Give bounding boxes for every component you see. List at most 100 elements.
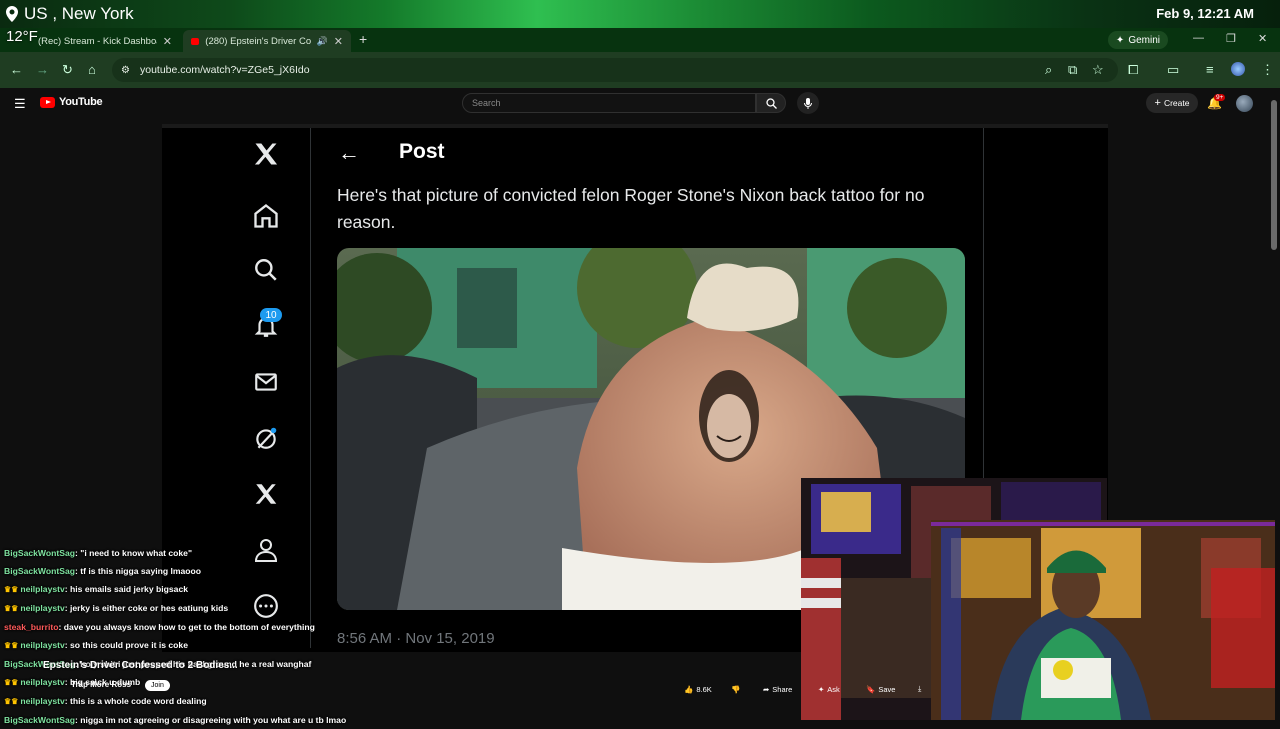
- search-button[interactable]: [756, 93, 786, 113]
- tab-kick-dashboard[interactable]: (Rec) Stream - Kick Dashboard ✕: [30, 30, 180, 52]
- thumbs-down-icon: 👎: [731, 684, 741, 694]
- create-label: Create: [1163, 98, 1190, 108]
- home-icon[interactable]: ⌂: [88, 62, 96, 77]
- grok-icon: [250, 422, 282, 454]
- video-title: Epstein's Driver Confessed to 2 Bodies..…: [43, 660, 238, 671]
- address-bar[interactable]: ⚙ youtube.com/watch?v=ZGe5_jX6Ido: [112, 58, 1118, 82]
- sidebar-icon[interactable]: ▭: [1167, 62, 1179, 78]
- chat-username: neilplaystv: [20, 640, 65, 650]
- close-tab-icon[interactable]: ✕: [163, 35, 172, 48]
- chat-message: BigSackWontSag: "i need to know what cok…: [4, 548, 193, 558]
- crown-badge-icon: ♛♛: [4, 604, 19, 613]
- chat-message: BigSackWontSag: tf is this nigga saying …: [4, 566, 202, 576]
- chat-username: neilplaystv: [20, 603, 65, 613]
- menu-kebab-icon[interactable]: ⋮: [1261, 62, 1274, 78]
- chat-text: so this could prove it is coke: [70, 640, 188, 650]
- media-control-icon[interactable]: ≡: [1206, 62, 1214, 77]
- home-icon: [250, 200, 282, 232]
- bookmark-star-icon[interactable]: ☆: [1092, 62, 1104, 78]
- location-text: US , New York: [24, 4, 134, 23]
- x-logo-icon: [250, 138, 282, 170]
- stream-overlay-bar: [0, 0, 1280, 28]
- sparkle-icon: ✦: [1115, 34, 1125, 46]
- thumbs-up-icon: 👍: [684, 684, 694, 694]
- explore-search-icon: [250, 254, 282, 286]
- youtube-play-icon: [40, 96, 55, 108]
- reload-icon[interactable]: ↻: [62, 62, 73, 78]
- close-window-icon[interactable]: ✕: [1258, 32, 1267, 45]
- ask-button[interactable]: ✦ Ask: [818, 681, 840, 697]
- chat-username: steak_burrito: [4, 622, 59, 632]
- back-icon[interactable]: ←: [10, 62, 23, 77]
- chat-message: steak_burrito: dave you always know how …: [4, 622, 315, 632]
- page-scrollbar[interactable]: [1271, 100, 1277, 250]
- chat-text: dave you always know how to get to the b…: [63, 622, 315, 632]
- voice-search-button[interactable]: [797, 92, 819, 114]
- youtube-avatar[interactable]: [1236, 95, 1253, 112]
- search-input[interactable]: Search: [462, 93, 756, 113]
- chat-username: BigSackWontSag: [4, 566, 75, 576]
- datetime-text: Feb 9, 12:21 AM: [1156, 6, 1254, 21]
- speaker-icon[interactable]: 🔊: [317, 36, 328, 47]
- save-label: Save: [878, 684, 896, 694]
- share-label: Share: [772, 684, 793, 694]
- chat-message: ♛♛ neilplaystv: big sa\ck u dumb: [4, 677, 141, 687]
- chat-text: "i need to know what coke": [80, 548, 193, 558]
- minimize-icon[interactable]: —: [1193, 32, 1204, 44]
- gemini-label: Gemini: [1128, 34, 1160, 46]
- chat-message: ♛♛ neilplaystv: so this could prove it is…: [4, 640, 188, 650]
- chat-text: his emails said jerky bigsack: [70, 584, 189, 594]
- chat-username: neilplaystv: [20, 696, 65, 706]
- chat-text: nigga im not agreeing or disagreeing wit…: [80, 715, 347, 725]
- post-header-title: Post: [399, 140, 445, 163]
- channel-name[interactable]: Trap More Ross: [71, 680, 131, 689]
- location-widget: US , New York: [6, 4, 134, 24]
- x-premium-icon: [250, 478, 282, 510]
- chat-text: jerky is either coke or hes eatiung kids: [70, 603, 229, 613]
- sparkle-icon: ✦: [818, 684, 825, 694]
- browser-tab-strip: (Rec) Stream - Kick Dashboard ✕ (280) Ep…: [0, 28, 1280, 52]
- chat-text: tf is this nigga saying lmaooo: [80, 566, 202, 576]
- zoom-icon[interactable]: ⌕: [1045, 62, 1052, 78]
- extensions-icon[interactable]: ⧠: [1128, 62, 1138, 78]
- join-button[interactable]: Join: [145, 680, 170, 691]
- profile-avatar[interactable]: [1231, 62, 1245, 76]
- url-text: youtube.com/watch?v=ZGe5_jX6Ido: [140, 64, 310, 76]
- share-arrow-icon: ➦: [763, 684, 770, 694]
- crown-badge-icon: ♛♛: [4, 678, 19, 687]
- chat-username: BigSackWontSag: [4, 715, 75, 725]
- chat-username: neilplaystv: [20, 677, 65, 687]
- like-count: 8.6K: [696, 684, 712, 694]
- crown-badge-icon: ♛♛: [4, 641, 19, 650]
- like-button[interactable]: 👍 8.6K: [684, 681, 712, 697]
- chat-message: BigSackWontSag: nigga im not agreeing or…: [4, 715, 347, 725]
- bookmark-icon: 🔖: [866, 684, 876, 694]
- notification-count-badge: 10: [260, 308, 282, 322]
- youtube-logo[interactable]: YouTube: [40, 96, 103, 108]
- maximize-icon[interactable]: ❐: [1226, 32, 1236, 45]
- share-button[interactable]: ➦ Share: [763, 681, 792, 697]
- dislike-button[interactable]: 👎: [731, 681, 740, 697]
- forward-icon[interactable]: →: [36, 62, 49, 77]
- download-icon: ⤓: [918, 684, 922, 693]
- create-button[interactable]: + Create: [1146, 93, 1198, 113]
- search-icon: [765, 97, 777, 109]
- microphone-icon: [804, 97, 812, 109]
- download-button[interactable]: ⤓: [918, 681, 921, 697]
- hamburger-menu-icon[interactable]: ☰: [14, 96, 26, 112]
- chat-username: BigSackWontSag: [4, 548, 75, 558]
- search-placeholder: Search: [472, 98, 501, 108]
- youtube-favicon-icon: [191, 37, 200, 45]
- messages-mail-icon: [250, 366, 282, 398]
- chat-message: ♛♛ neilplaystv: this is a whole code word…: [4, 696, 207, 706]
- site-info-icon[interactable]: ⚙: [121, 65, 130, 76]
- save-button[interactable]: 🔖 Save: [866, 681, 895, 697]
- new-tab-icon[interactable]: +: [359, 31, 367, 47]
- tab-youtube-video[interactable]: (280) Epstein's Driver Confe... 🔊 ✕: [183, 30, 351, 52]
- install-app-icon[interactable]: ⧉: [1068, 62, 1077, 78]
- gemini-button[interactable]: ✦ Gemini: [1107, 31, 1168, 49]
- join-label: Join: [151, 682, 164, 689]
- back-arrow-icon: ←: [338, 140, 360, 165]
- close-tab-icon[interactable]: ✕: [334, 35, 343, 48]
- stream-chat: BigSackWontSag: "i need to know what cok…: [4, 526, 404, 729]
